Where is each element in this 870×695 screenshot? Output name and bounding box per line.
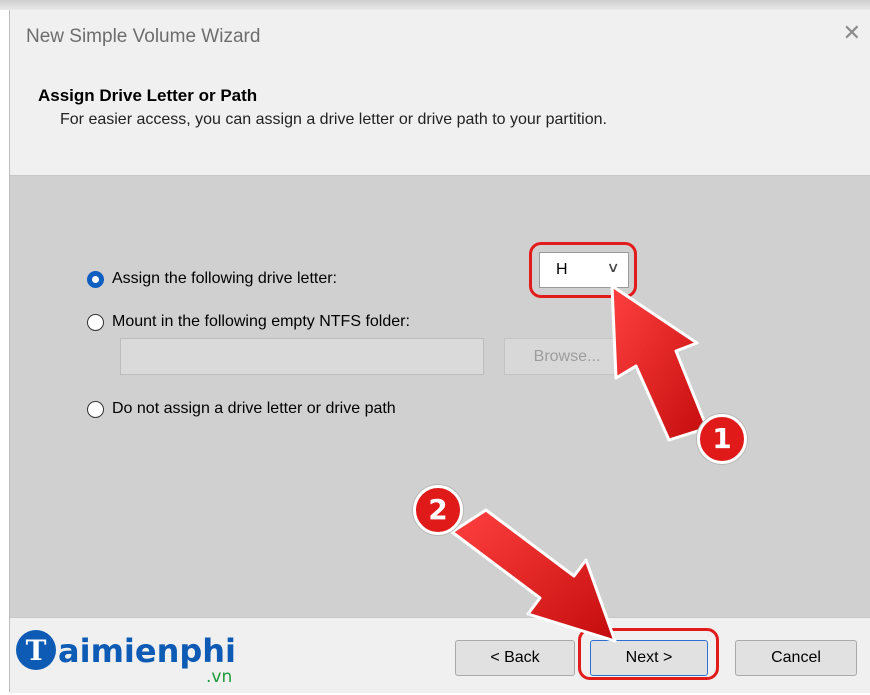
back-button[interactable]: < Back <box>455 640 575 676</box>
radio-assign-letter[interactable] <box>87 270 104 288</box>
wizard-header: Assign Drive Letter or Path For easier a… <box>10 64 870 176</box>
option-no-assign-label: Do not assign a drive letter or drive pa… <box>112 400 396 417</box>
option-no-assign[interactable]: Do not assign a drive letter or drive pa… <box>87 400 396 418</box>
logo-brand: aimienphi <box>58 632 236 670</box>
page-subtitle: For easier access, you can assign a driv… <box>60 111 607 128</box>
cancel-button[interactable]: Cancel <box>735 640 857 676</box>
step-2-badge: 2 <box>413 485 463 535</box>
annotation-highlight-next-button <box>578 628 719 680</box>
close-icon[interactable]: ✕ <box>843 22 861 44</box>
annotation-highlight-drive-select <box>529 242 637 298</box>
option-mount-folder-label: Mount in the following empty NTFS folder… <box>112 313 410 330</box>
taimienphi-logo: T aimienphi .vn <box>14 620 264 690</box>
window-title: New Simple Volume Wizard <box>26 26 261 47</box>
option-assign-letter-label: Assign the following drive letter: <box>112 270 337 287</box>
browse-button[interactable]: Browse... <box>504 338 630 375</box>
folder-path-input[interactable] <box>120 338 484 375</box>
page-title: Assign Drive Letter or Path <box>38 86 258 105</box>
step-1-badge: 1 <box>697 414 747 464</box>
option-mount-folder[interactable]: Mount in the following empty NTFS folder… <box>87 313 410 331</box>
logo-suffix: .vn <box>206 667 232 687</box>
wizard-content <box>10 176 870 617</box>
top-edge <box>0 0 870 10</box>
radio-no-assign[interactable] <box>87 400 104 418</box>
radio-mount-folder[interactable] <box>87 313 104 331</box>
option-assign-letter[interactable]: Assign the following drive letter: <box>87 270 337 288</box>
logo-initial: T <box>26 634 47 667</box>
title-bar: New Simple Volume Wizard ✕ <box>10 10 870 64</box>
